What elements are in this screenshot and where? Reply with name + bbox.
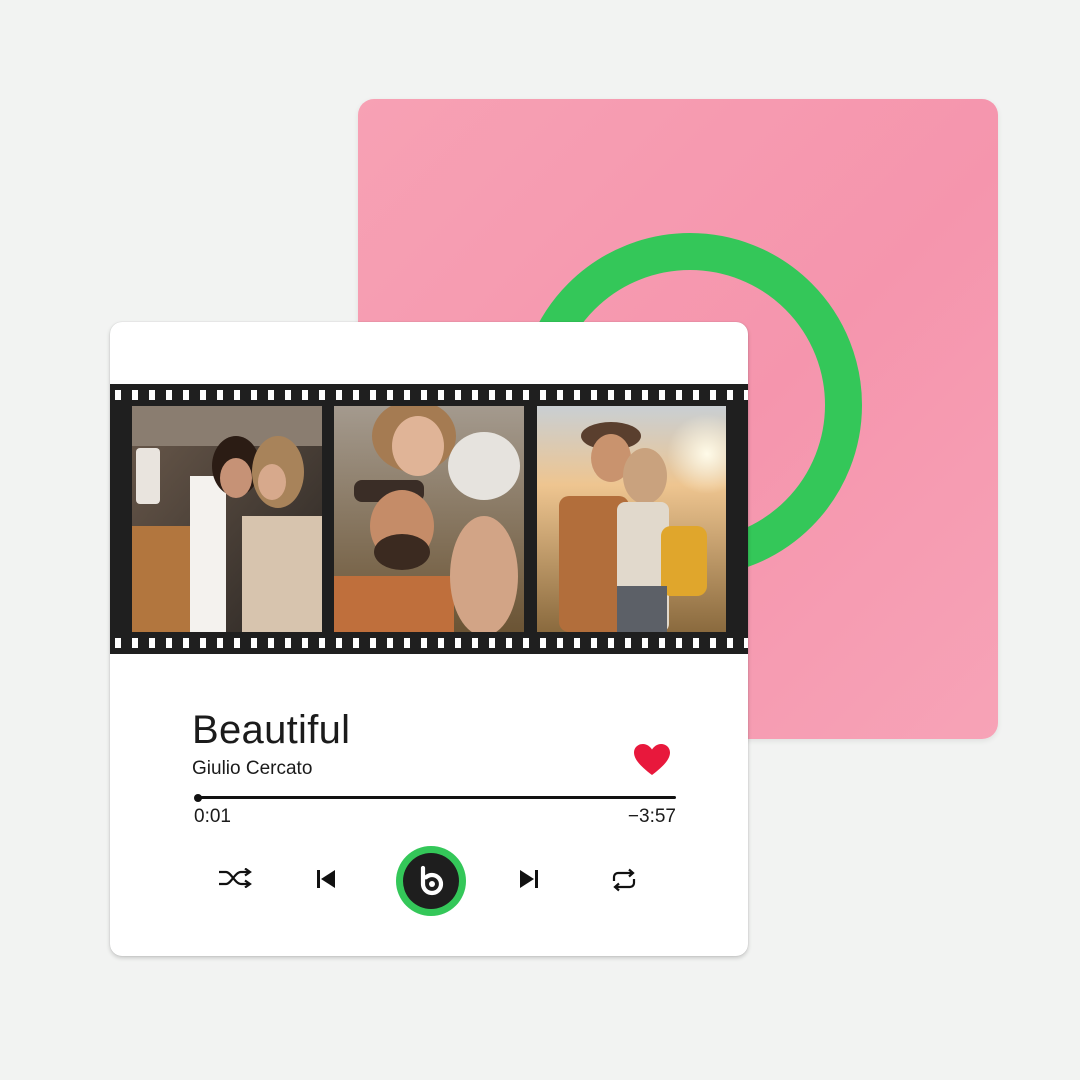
skip-next-icon (520, 870, 538, 888)
play-button[interactable] (396, 846, 466, 916)
shuffle-icon (219, 868, 252, 888)
sprocket-holes-bottom (110, 638, 748, 648)
photo-frame-1 (132, 406, 322, 632)
remaining-time: −3:57 (627, 806, 676, 827)
photo-frame-3 (537, 406, 726, 632)
brand-logo-play-icon (420, 865, 444, 896)
player-card: Beautiful Giulio Cercato 0:01 −3:57 (110, 322, 748, 956)
sprocket-holes-top (110, 390, 748, 400)
photo-frame-2 (334, 406, 524, 632)
elapsed-time: 0:01 (194, 806, 231, 827)
filmstrip (110, 384, 748, 654)
repeat-icon (612, 868, 636, 892)
song-title: Beautiful (192, 708, 351, 752)
previous-button[interactable] (315, 868, 337, 890)
progress-knob[interactable] (193, 794, 202, 802)
skip-previous-icon (317, 870, 335, 888)
next-button[interactable] (518, 868, 540, 890)
repeat-button[interactable] (610, 868, 638, 892)
progress-bar[interactable] (196, 796, 676, 799)
shuffle-button[interactable] (218, 868, 252, 888)
artist-name: Giulio Cercato (192, 758, 313, 779)
heart-icon[interactable] (634, 744, 670, 776)
